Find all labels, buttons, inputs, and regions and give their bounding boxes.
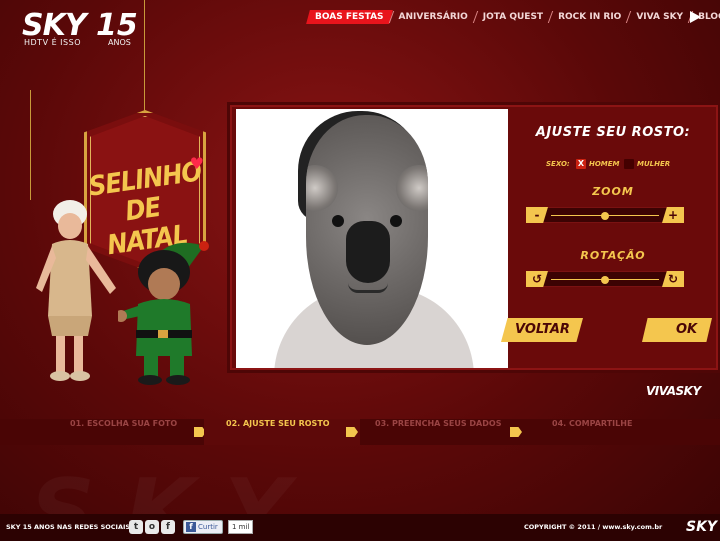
zoom-out-button[interactable]: - bbox=[526, 207, 548, 223]
zoom-label: ZOOM bbox=[592, 185, 634, 198]
gender-female-label[interactable]: MULHER bbox=[637, 160, 670, 168]
progress-steps-bar: 01. ESCOLHA SUA FOTO 02. AJUSTE SEU ROST… bbox=[0, 419, 720, 445]
rotate-right-icon[interactable]: ↻ bbox=[662, 271, 684, 287]
step-1: 01. ESCOLHA SUA FOTO bbox=[70, 419, 178, 428]
step-4: 04. COMPARTILHE bbox=[552, 419, 633, 428]
facebook-like-button[interactable]: f Curtir bbox=[183, 520, 223, 534]
koala-eye-right bbox=[390, 215, 402, 227]
gender-label: SEXO: bbox=[546, 160, 570, 168]
vivasky-logo[interactable]: VIVASKY bbox=[646, 384, 701, 398]
adjust-title: AJUSTE SEU ROSTO: bbox=[535, 125, 691, 140]
top-navigation: BOAS FESTAS ANIVERSÁRIO JOTA QUEST ROCK … bbox=[306, 10, 720, 24]
like-count-badge: 1 mil bbox=[228, 520, 254, 534]
step-arrow-icon bbox=[510, 427, 522, 437]
gender-male-label[interactable]: HOMEM bbox=[589, 160, 620, 168]
zoom-slider[interactable]: - + bbox=[526, 207, 684, 223]
koala-nose bbox=[346, 221, 390, 283]
sign-thread bbox=[144, 0, 145, 112]
decor-thread bbox=[30, 90, 31, 200]
logo-anos: ANOS bbox=[108, 38, 131, 47]
nav-arrow-icon[interactable] bbox=[690, 11, 701, 23]
logo-tagline: HDTV É ISSO bbox=[24, 38, 81, 47]
rotate-left-icon[interactable]: ↺ bbox=[526, 271, 548, 287]
nav-item-boas-festas[interactable]: BOAS FESTAS bbox=[306, 10, 393, 24]
rotation-slider[interactable]: ↺ ↻ bbox=[526, 271, 684, 287]
lips-icon: ♥ bbox=[189, 154, 204, 173]
orkut-icon[interactable]: o bbox=[145, 520, 159, 534]
facebook-like-icon: f bbox=[186, 522, 196, 532]
koala-mouth bbox=[348, 283, 388, 293]
twitter-icon[interactable]: t bbox=[129, 520, 143, 534]
gender-female-radio[interactable] bbox=[624, 159, 634, 169]
ok-button[interactable]: OK bbox=[642, 318, 712, 342]
zoom-in-button[interactable]: + bbox=[662, 207, 684, 223]
copyright-text: COPYRIGHT © 2011 / www.sky.com.br bbox=[524, 523, 663, 531]
uploaded-face-photo[interactable] bbox=[306, 115, 428, 345]
nav-item-viva-sky[interactable]: VIVA SKY bbox=[629, 10, 690, 24]
footer-sky-logo[interactable]: SKY bbox=[686, 519, 717, 535]
koala-ear-right bbox=[396, 165, 428, 211]
rotation-label: ROTAÇÃO bbox=[580, 249, 646, 262]
nav-item-jota-quest[interactable]: JOTA QUEST bbox=[476, 10, 550, 24]
social-networks-label: SKY 15 ANOS NAS REDES SOCIAIS: bbox=[6, 523, 133, 531]
step-2-active: 02. AJUSTE SEU ROSTO bbox=[204, 419, 360, 445]
koala-eye-left bbox=[332, 215, 344, 227]
footer-bar: SKY 15 ANOS NAS REDES SOCIAIS: t o f f Cu… bbox=[0, 514, 720, 541]
zoom-slider-handle[interactable] bbox=[601, 212, 609, 220]
rotation-slider-handle[interactable] bbox=[601, 276, 609, 284]
elf-character-illustration bbox=[118, 241, 209, 385]
nav-item-aniversario[interactable]: ANIVERSÁRIO bbox=[392, 10, 475, 24]
nav-item-rock-in-rio[interactable]: ROCK IN RIO bbox=[551, 10, 628, 24]
back-button[interactable]: VOLTAR bbox=[501, 318, 583, 342]
woman-character-illustration bbox=[36, 200, 116, 381]
gender-male-radio[interactable]: X bbox=[576, 159, 586, 169]
photo-preview-canvas[interactable] bbox=[236, 109, 508, 368]
facebook-icon[interactable]: f bbox=[161, 520, 175, 534]
like-label: Curtir bbox=[198, 523, 218, 531]
koala-ear-left bbox=[306, 165, 338, 211]
step-3: 03. PREENCHA SEUS DADOS bbox=[375, 419, 502, 428]
sky-15-logo[interactable]: SKY 15 HDTV É ISSO ANOS bbox=[22, 8, 138, 48]
